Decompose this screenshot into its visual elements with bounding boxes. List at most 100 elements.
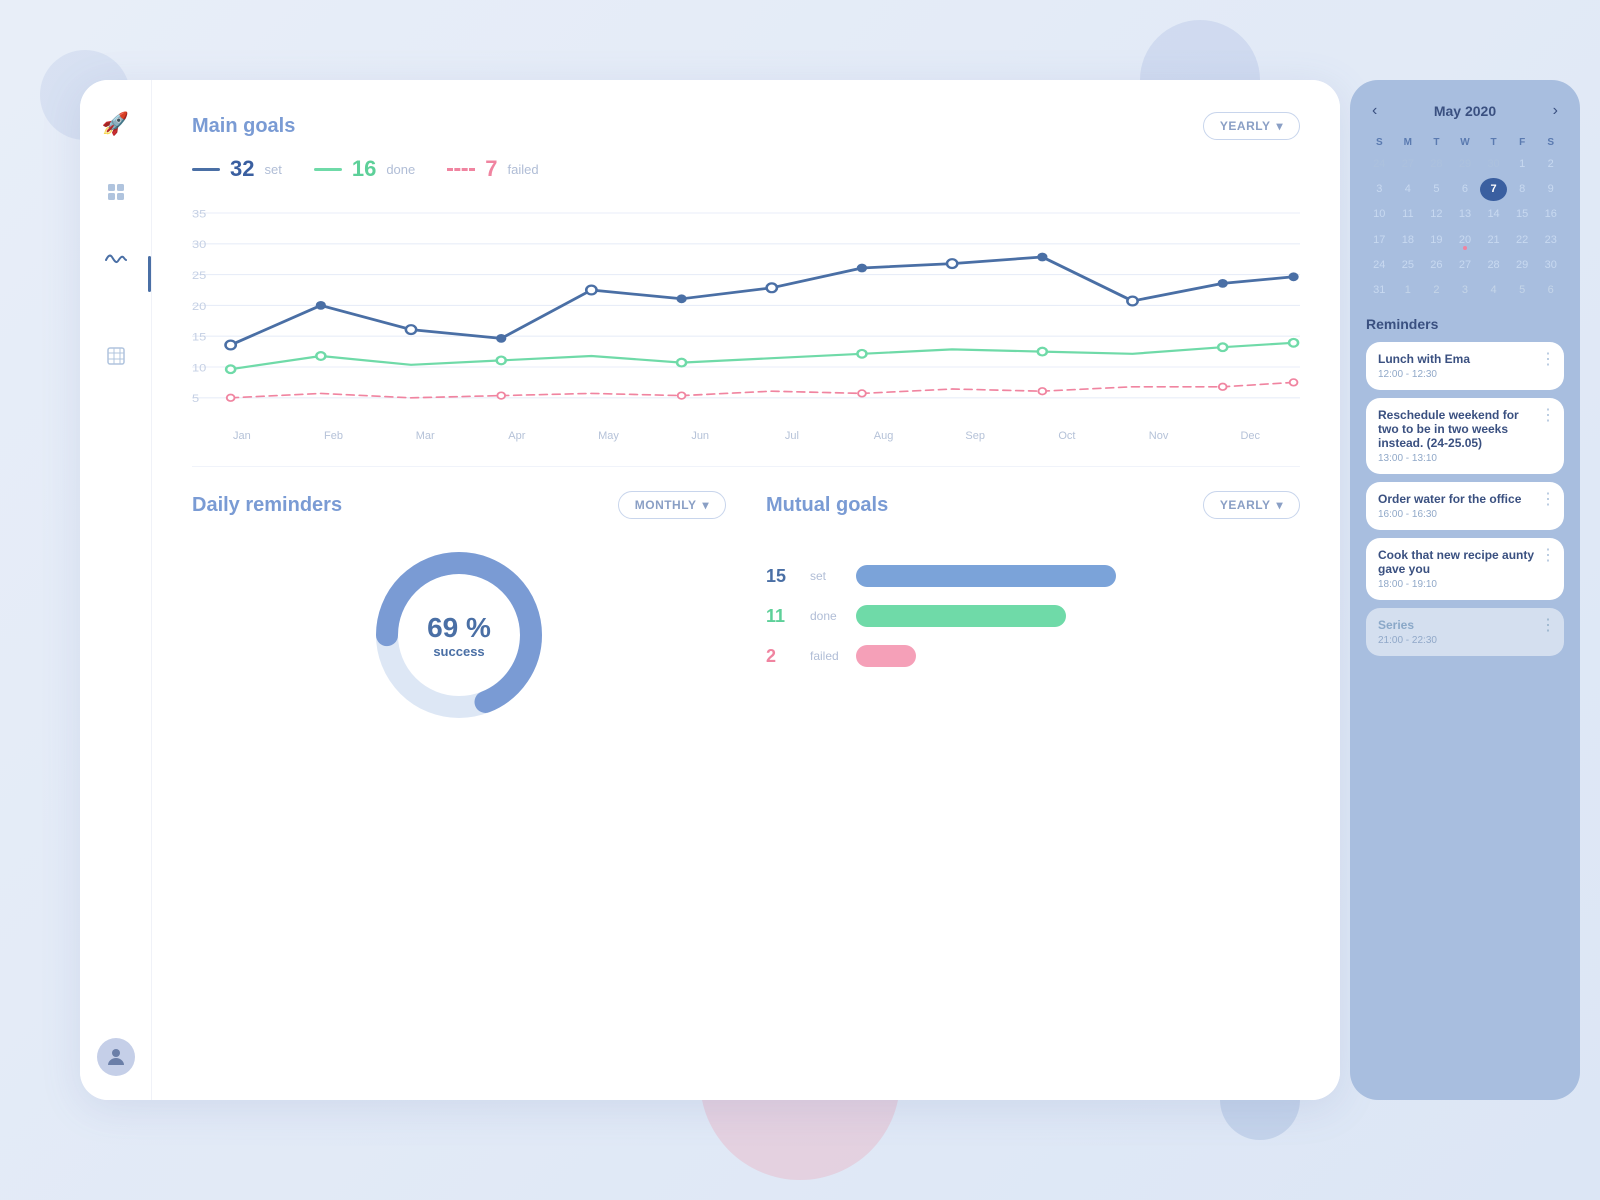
cal-header-f: F <box>1509 134 1536 151</box>
mutual-failed-label: failed <box>810 649 842 663</box>
cal-day-28[interactable]: 28 <box>1480 254 1507 277</box>
cal-day-27[interactable]: 27 <box>1452 254 1479 277</box>
reminder-water[interactable]: Order water for the office 16:00 - 16:30… <box>1366 482 1564 530</box>
cal-day-8[interactable]: 8 <box>1509 178 1536 201</box>
cal-day-14[interactable]: 14 <box>1480 203 1507 226</box>
cal-day-30-prev[interactable]: 30 <box>1480 153 1507 176</box>
cal-day-10[interactable]: 10 <box>1366 203 1393 226</box>
reminder-lunch-title: Lunch with Ema <box>1378 352 1552 366</box>
monthly-filter-btn[interactable]: MONTHLY ▾ <box>618 491 726 519</box>
reminder-series[interactable]: Series 21:00 - 22:30 ⋮ <box>1366 608 1564 656</box>
cal-day-20[interactable]: 20 <box>1452 229 1479 252</box>
stats-row: 32 set 16 done 7 failed <box>192 156 1300 182</box>
cal-day-24-prev[interactable]: 24 <box>1366 153 1393 176</box>
cal-day-2-next[interactable]: 2 <box>1423 279 1450 302</box>
table-icon[interactable] <box>96 336 136 376</box>
cal-day-19[interactable]: 19 <box>1423 229 1450 252</box>
calendar-next-btn[interactable]: › <box>1547 100 1564 122</box>
section-divider <box>192 466 1300 467</box>
user-avatar[interactable] <box>97 1038 135 1076</box>
cal-day-2[interactable]: 2 <box>1537 153 1564 176</box>
yearly-filter-btn[interactable]: YEARLY ▾ <box>1203 112 1300 140</box>
reminder-reschedule[interactable]: Reschedule weekend for two to be in two … <box>1366 398 1564 474</box>
stat-done-label: done <box>386 162 415 177</box>
cal-day-23[interactable]: 23 <box>1537 229 1564 252</box>
cal-day-6-next[interactable]: 6 <box>1537 279 1564 302</box>
mutual-goals-header: Mutual goals YEARLY ▾ <box>766 491 1300 519</box>
reminder-water-time: 16:00 - 16:30 <box>1378 509 1552 520</box>
cal-day-13[interactable]: 13 <box>1452 203 1479 226</box>
cal-day-21[interactable]: 21 <box>1480 229 1507 252</box>
wave-icon-wrapper <box>80 240 151 308</box>
cal-day-29-prev[interactable]: 29 <box>1452 153 1479 176</box>
cal-day-3-next[interactable]: 3 <box>1452 279 1479 302</box>
cal-day-26[interactable]: 26 <box>1423 254 1450 277</box>
cal-day-15[interactable]: 15 <box>1509 203 1536 226</box>
reminder-recipe-menu[interactable]: ⋮ <box>1540 548 1556 564</box>
grid-icon[interactable] <box>96 172 136 212</box>
cal-day-17[interactable]: 17 <box>1366 229 1393 252</box>
reminder-lunch[interactable]: Lunch with Ema 12:00 - 12:30 ⋮ <box>1366 342 1564 390</box>
cal-day-24[interactable]: 24 <box>1366 254 1393 277</box>
cal-day-1-next[interactable]: 1 <box>1395 279 1422 302</box>
reminder-water-menu[interactable]: ⋮ <box>1540 492 1556 508</box>
svg-text:25: 25 <box>192 269 207 282</box>
cal-day-29[interactable]: 29 <box>1509 254 1536 277</box>
cal-day-7[interactable]: 7 <box>1480 178 1507 201</box>
mutual-failed-value: 2 <box>766 646 796 667</box>
rocket-icon[interactable]: 🚀 <box>96 104 136 144</box>
stat-set-value: 32 <box>230 156 254 182</box>
stat-failed-value: 7 <box>485 156 497 182</box>
wave-icon[interactable] <box>96 240 136 280</box>
cal-day-6[interactable]: 6 <box>1452 178 1479 201</box>
main-goals-header: Main goals YEARLY ▾ <box>192 112 1300 140</box>
calendar-prev-btn[interactable]: ‹ <box>1366 100 1383 122</box>
cal-day-28-prev[interactable]: 28 <box>1423 153 1450 176</box>
calendar-month: May 2020 <box>1434 103 1496 119</box>
cal-day-22[interactable]: 22 <box>1509 229 1536 252</box>
reminder-lunch-menu[interactable]: ⋮ <box>1540 352 1556 368</box>
stat-done-value: 16 <box>352 156 376 182</box>
reminder-reschedule-menu[interactable]: ⋮ <box>1540 408 1556 424</box>
svg-text:35: 35 <box>192 207 207 220</box>
sidebar: 🚀 <box>80 80 152 1100</box>
svg-text:5: 5 <box>192 392 200 405</box>
main-goals-title: Main goals <box>192 115 295 138</box>
chart-x-labels: Jan Feb Mar Apr May Jun Jul Aug Sep Oct … <box>192 430 1300 442</box>
reminder-series-menu[interactable]: ⋮ <box>1540 618 1556 634</box>
cal-day-16[interactable]: 16 <box>1537 203 1564 226</box>
mutual-set-value: 15 <box>766 566 796 587</box>
cal-day-27-prev[interactable]: 27 <box>1395 153 1422 176</box>
svg-text:15: 15 <box>192 330 207 343</box>
reminder-recipe[interactable]: Cook that new recipe aunty gave you 18:0… <box>1366 538 1564 600</box>
daily-reminders-header: Daily reminders MONTHLY ▾ <box>192 491 726 519</box>
month-nov: Nov <box>1113 430 1205 442</box>
cal-header-m: M <box>1395 134 1422 151</box>
cal-day-11[interactable]: 11 <box>1395 203 1422 226</box>
cal-day-25[interactable]: 25 <box>1395 254 1422 277</box>
stat-failed: 7 failed <box>447 156 538 182</box>
mutual-failed-row: 2 failed <box>766 645 1300 667</box>
blue-line-indicator <box>192 168 220 171</box>
cal-day-3[interactable]: 3 <box>1366 178 1393 201</box>
cal-day-18[interactable]: 18 <box>1395 229 1422 252</box>
cal-day-4-next[interactable]: 4 <box>1480 279 1507 302</box>
svg-text:10: 10 <box>192 361 207 374</box>
cal-day-5-next[interactable]: 5 <box>1509 279 1536 302</box>
cal-day-5[interactable]: 5 <box>1423 178 1450 201</box>
cal-day-12[interactable]: 12 <box>1423 203 1450 226</box>
calendar-grid: S M T W T F S 24 27 28 29 30 1 2 3 4 5 6… <box>1366 134 1564 302</box>
cal-day-1[interactable]: 1 <box>1509 153 1536 176</box>
month-oct: Oct <box>1021 430 1113 442</box>
cal-day-4[interactable]: 4 <box>1395 178 1422 201</box>
cal-day-31[interactable]: 31 <box>1366 279 1393 302</box>
reminder-lunch-time: 12:00 - 12:30 <box>1378 369 1552 380</box>
reminder-reschedule-title: Reschedule weekend for two to be in two … <box>1378 408 1552 450</box>
mutual-failed-bar <box>856 645 916 667</box>
cal-header-t1: T <box>1423 134 1450 151</box>
month-jan: Jan <box>196 430 288 442</box>
cal-day-9[interactable]: 9 <box>1537 178 1564 201</box>
mutual-done-row: 11 done <box>766 605 1300 627</box>
mutual-yearly-filter-btn[interactable]: YEARLY ▾ <box>1203 491 1300 519</box>
cal-day-30[interactable]: 30 <box>1537 254 1564 277</box>
